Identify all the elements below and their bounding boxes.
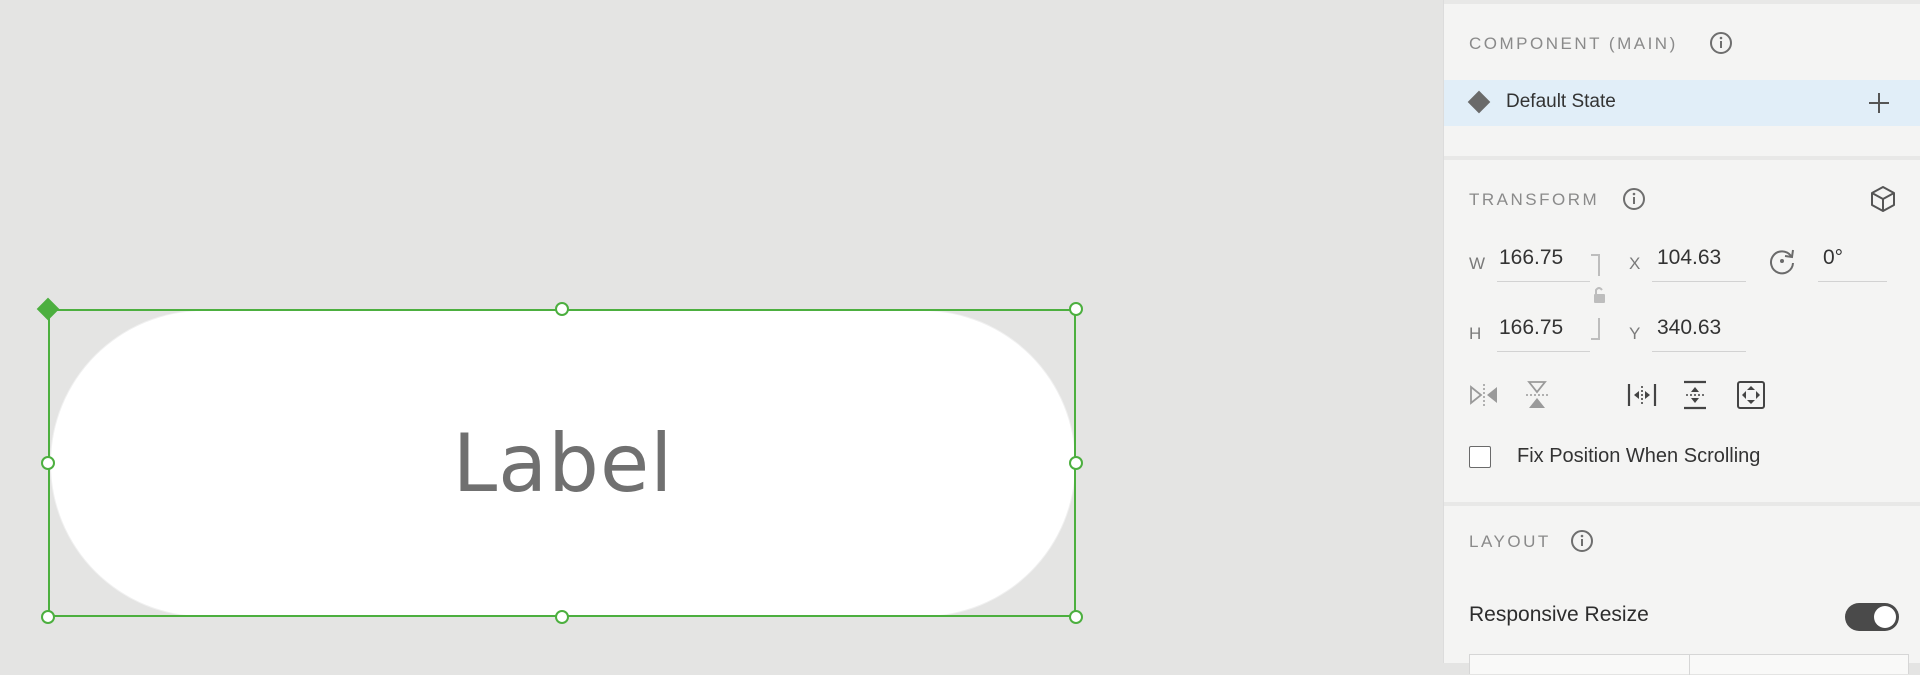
horizontal-padding-icon[interactable] <box>1626 382 1658 408</box>
resize-handle-right[interactable] <box>1069 456 1083 470</box>
responsive-resize-toggle[interactable] <box>1845 603 1899 631</box>
default-state-row[interactable]: Default State <box>1444 80 1920 126</box>
info-icon[interactable] <box>1709 31 1733 55</box>
resize-handle-top[interactable] <box>555 302 569 316</box>
property-inspector-panel: COMPONENT (MAIN) Default State TRANSFORM <box>1443 0 1920 675</box>
lock-aspect-ratio-icon[interactable] <box>1589 254 1613 340</box>
vertical-padding-icon[interactable] <box>1682 379 1708 411</box>
y-position-input[interactable]: 340.63 <box>1657 316 1721 340</box>
transform-section: TRANSFORM W 166.75 H 166.75 X 104.63 Y 3 <box>1444 156 1920 502</box>
default-state-label: Default State <box>1506 91 1616 112</box>
x-axis-label: X <box>1629 254 1641 273</box>
transform-section-title: TRANSFORM <box>1469 190 1600 209</box>
design-canvas[interactable]: Label <box>0 0 1443 663</box>
height-input-underline <box>1497 351 1590 352</box>
resize-handle-bottom-left[interactable] <box>41 610 55 624</box>
rotate-icon <box>1770 249 1794 275</box>
flip-vertical-icon[interactable] <box>1524 379 1550 411</box>
height-axis-label: H <box>1469 324 1482 343</box>
selection-bounding-box[interactable] <box>48 309 1076 617</box>
segment-divider <box>1689 655 1690 675</box>
toggle-knob <box>1874 606 1896 628</box>
width-input[interactable]: 166.75 <box>1499 246 1563 270</box>
resize-handle-left[interactable] <box>41 456 55 470</box>
fix-position-checkbox[interactable] <box>1469 446 1491 468</box>
y-input-underline <box>1652 351 1746 352</box>
component-diamond-icon <box>1467 90 1491 114</box>
y-axis-label: Y <box>1629 324 1641 343</box>
responsive-resize-label: Responsive Resize <box>1469 603 1649 626</box>
height-input[interactable]: 166.75 <box>1499 316 1563 340</box>
x-position-input[interactable]: 104.63 <box>1657 246 1721 270</box>
resize-handle-bottom-right[interactable] <box>1069 610 1083 624</box>
resize-handle-bottom[interactable] <box>555 610 569 624</box>
component-section-title: COMPONENT (MAIN) <box>1469 34 1678 53</box>
x-input-underline <box>1652 281 1746 282</box>
component-section: COMPONENT (MAIN) Default State <box>1444 4 1920 156</box>
3d-transform-cube-icon[interactable] <box>1868 184 1898 214</box>
info-icon[interactable] <box>1570 529 1594 553</box>
rotation-input-underline <box>1818 281 1887 282</box>
rotation-input[interactable]: 0° <box>1823 246 1843 270</box>
width-input-underline <box>1497 281 1590 282</box>
width-axis-label: W <box>1469 254 1486 273</box>
fix-position-label: Fix Position When Scrolling <box>1517 445 1761 467</box>
resize-handle-top-right[interactable] <box>1069 302 1083 316</box>
flip-horizontal-icon[interactable] <box>1468 382 1500 408</box>
resize-mode-segmented-control[interactable] <box>1469 654 1909 675</box>
fit-content-icon[interactable] <box>1736 380 1766 410</box>
layout-section: LAYOUT Responsive Resize <box>1444 502 1920 675</box>
add-state-plus-icon[interactable] <box>1868 92 1890 114</box>
layout-section-title: LAYOUT <box>1469 532 1551 551</box>
info-icon[interactable] <box>1622 187 1646 211</box>
